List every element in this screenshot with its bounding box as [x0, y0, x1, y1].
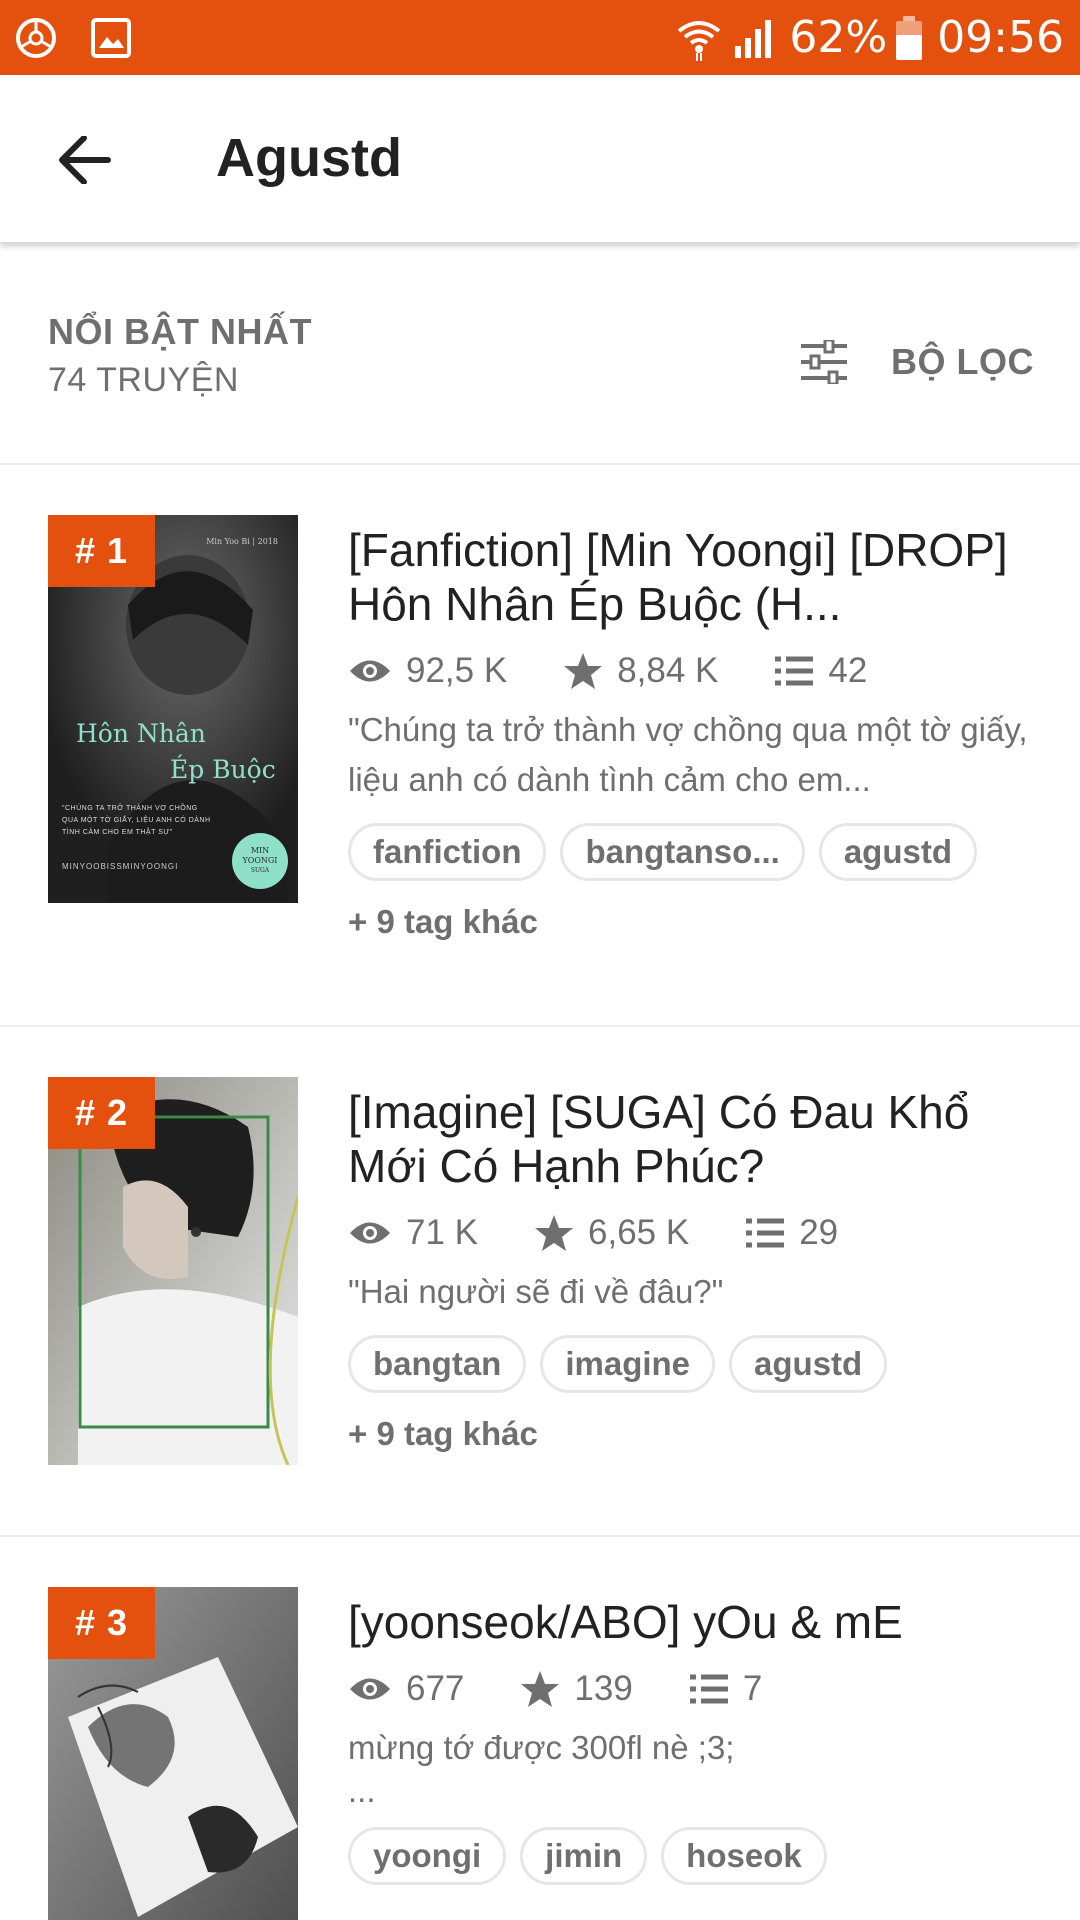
read-count: 677 — [348, 1669, 464, 1709]
filter-sliders-icon — [801, 340, 847, 384]
part-count: 29 — [745, 1213, 838, 1253]
read-count: 92,5 K — [348, 651, 507, 691]
eye-icon — [350, 1678, 390, 1700]
gallery-icon — [91, 18, 131, 58]
vote-count: 8,84 K — [563, 651, 718, 691]
part-count: 7 — [689, 1669, 762, 1709]
story-description: "Chúng ta trở thành vợ chồng qua một tờ … — [348, 711, 1028, 798]
story-description-more: ... — [348, 1773, 376, 1809]
list-icon — [775, 656, 814, 686]
cover-title-line2: Ép Buộc — [170, 755, 276, 784]
rank-badge: # 2 — [48, 1077, 155, 1149]
tag-list: yoongi jimin hoseok — [348, 1827, 1038, 1885]
sort-label[interactable]: NỔI BẬT NHẤT — [48, 311, 312, 353]
tag-list: fanfiction bangtanso... agustd — [348, 823, 1038, 881]
tag-list: bangtan imagine agustd — [348, 1335, 1038, 1393]
story-item[interactable]: Min Yoo Bi | 2018 Hôn Nhân Ép Buộc "CHÚN… — [0, 467, 1080, 1027]
rank-badge: # 3 — [48, 1587, 155, 1659]
wifi-icon — [678, 20, 721, 61]
tag-chip[interactable]: imagine — [540, 1335, 716, 1393]
filter-button[interactable]: BỘ LỌC — [799, 329, 1034, 395]
vote-count: 139 — [520, 1669, 633, 1709]
tag-chip[interactable]: agustd — [818, 823, 977, 881]
back-button[interactable] — [50, 125, 120, 195]
battery-percent: 62% — [789, 12, 888, 63]
list-icon — [746, 1218, 785, 1248]
read-count: 71 K — [348, 1213, 478, 1253]
star-icon — [521, 1671, 560, 1707]
story-title[interactable]: [Fanfiction] [Min Yoongi] [DROP] Hôn Nhâ… — [348, 523, 1038, 631]
story-stats: 71 K 6,65 K 29 — [348, 1205, 1038, 1261]
star-icon — [535, 1215, 573, 1251]
more-tags-link[interactable]: + 9 tag khác — [348, 1415, 1038, 1453]
story-cover[interactable]: # 2 — [48, 1077, 298, 1465]
tag-chip[interactable]: bangtan — [348, 1335, 527, 1393]
story-cover[interactable]: Min Yoo Bi | 2018 Hôn Nhân Ép Buộc "CHÚN… — [48, 515, 298, 903]
list-icon — [689, 1674, 728, 1704]
battery-icon — [896, 15, 923, 60]
tag-chip[interactable]: yoongi — [348, 1827, 507, 1885]
story-item[interactable]: # 3 [yoonseok/ABO] yOu & mE 677 139 7 mừ… — [0, 1539, 1080, 1920]
story-description: "Hai người sẽ đi về đâu?" — [348, 1273, 724, 1310]
story-title[interactable]: [Imagine] [SUGA] Có Đau Khổ Mới Có Hạnh … — [348, 1085, 1038, 1193]
tag-chip[interactable]: jimin — [520, 1827, 648, 1885]
star-icon — [564, 653, 603, 689]
tag-chip[interactable]: bangtanso... — [560, 823, 805, 881]
cover-title-line1: Hôn Nhân — [76, 719, 206, 748]
wattpad-icon — [16, 18, 56, 58]
story-cover[interactable]: # 3 — [48, 1587, 298, 1920]
cover-badge: MIN YOONGI SUGA — [232, 833, 288, 889]
status-bar: 62% 09:56 — [0, 0, 1080, 75]
rank-badge: # 1 — [48, 515, 155, 587]
tag-chip[interactable]: hoseok — [661, 1827, 827, 1885]
tag-chip[interactable]: agustd — [729, 1335, 888, 1393]
clock: 09:56 — [937, 12, 1064, 63]
list-header: NỔI BẬT NHẤT 74 TRUYỆN BỘ LỌC — [0, 245, 1080, 465]
part-count: 42 — [774, 651, 867, 691]
story-item[interactable]: # 2 [Imagine] [SUGA] Có Đau Khổ Mới Có H… — [0, 1029, 1080, 1537]
cover-body-text: "CHÚNG TA TRỞ THÀNH VỢ CHỒNG QUA MỘT TỜ … — [62, 805, 211, 836]
tag-chip[interactable]: fanfiction — [348, 823, 547, 881]
story-count: 74 TRUYỆN — [48, 361, 239, 399]
story-stats: 677 139 7 — [348, 1661, 1038, 1717]
page-title: Agustd — [216, 128, 402, 188]
story-title[interactable]: [yoonseok/ABO] yOu & mE — [348, 1595, 1038, 1649]
signal-icon — [735, 19, 772, 58]
vote-count: 6,65 K — [534, 1213, 689, 1253]
story-description: mừng tớ được 300fl nè ;3; — [348, 1729, 735, 1766]
eye-icon — [350, 660, 390, 682]
more-tags-link[interactable]: + 9 tag khác — [348, 903, 1038, 941]
cover-bottom-text: MINYOOBISSMINYOONGI — [62, 862, 179, 871]
cover-top-text: Min Yoo Bi | 2018 — [206, 537, 278, 546]
app-bar: Agustd — [0, 75, 1080, 243]
eye-icon — [350, 1222, 390, 1244]
story-stats: 92,5 K 8,84 K 42 — [348, 643, 1038, 699]
filter-label: BỘ LỌC — [891, 341, 1034, 382]
back-arrow-icon — [59, 136, 111, 184]
